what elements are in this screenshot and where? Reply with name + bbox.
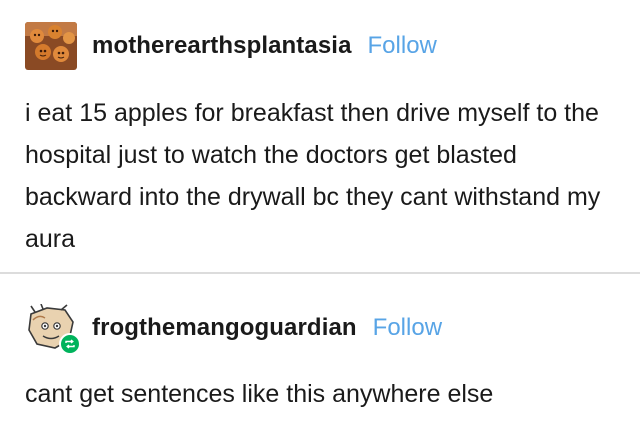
post: motherearthsplantasia Follow i eat 15 ap… [0,0,640,272]
follow-button[interactable]: Follow [368,32,437,60]
post-header: motherearthsplantasia Follow [25,22,437,70]
avatar[interactable] [25,22,77,70]
avatar[interactable] [25,304,81,355]
reblog-icon [59,333,81,355]
cookie-faces-avatar-icon [25,22,77,70]
post: frogthemangoguardian Follow cant get sen… [0,274,640,423]
follow-button[interactable]: Follow [373,314,442,342]
post-text: i eat 15 apples for breakfast then drive… [25,99,601,253]
username[interactable]: motherearthsplantasia [92,32,352,60]
username[interactable]: frogthemangoguardian [92,314,357,342]
post-header: frogthemangoguardian Follow [25,304,442,355]
post-text: cant get sentences like this anywhere el… [25,380,494,408]
